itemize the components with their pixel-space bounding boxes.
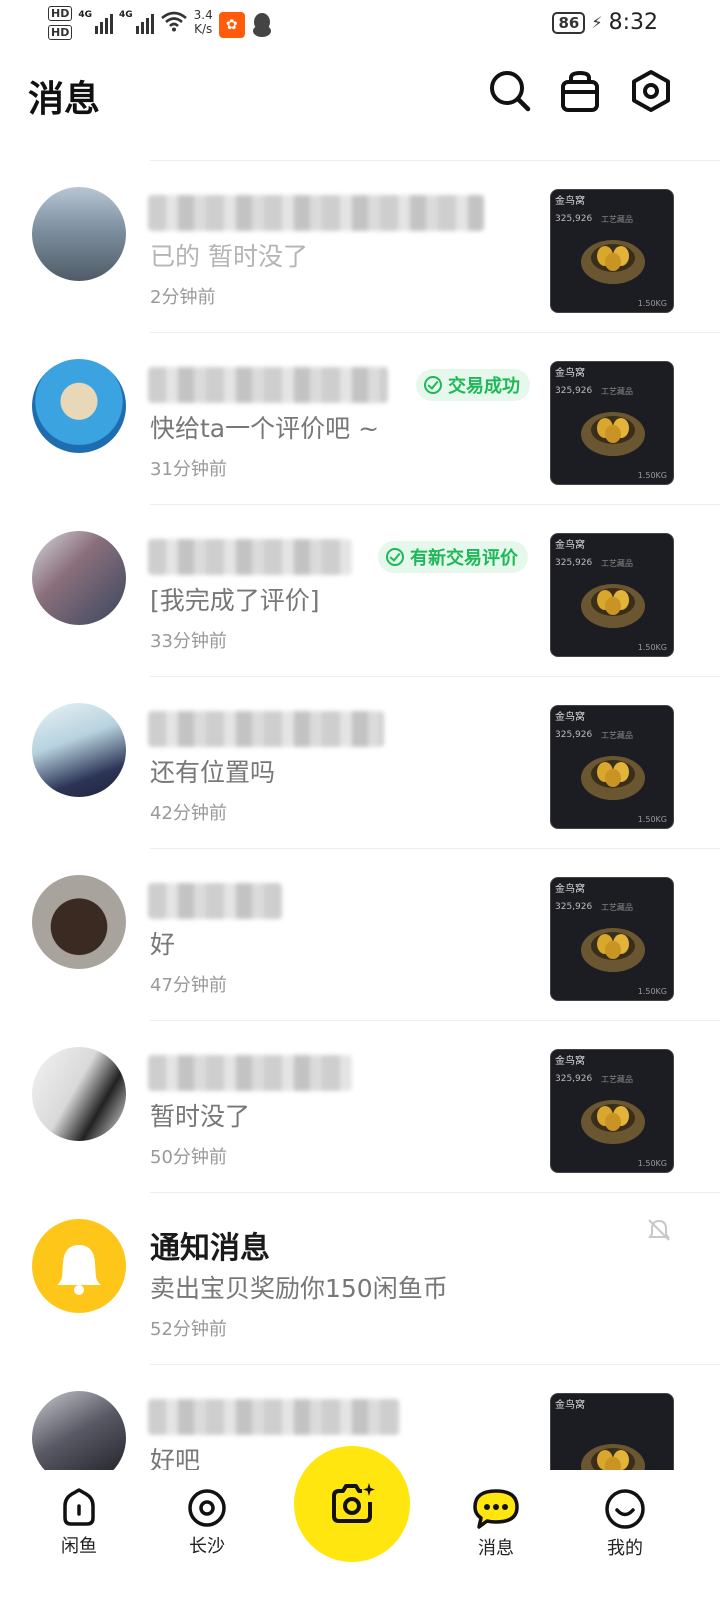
timestamp: 31分钟前 <box>150 459 227 480</box>
conversation-item[interactable]: 交易成功 快给ta一个评价吧 ~ 31分钟前 金鸟窝 325,926 工艺藏品 … <box>32 332 720 504</box>
item-thumbnail[interactable]: 金鸟窝 325,926 工艺藏品 1.50KG <box>550 533 674 657</box>
conversation-item[interactable]: 好 47分钟前 金鸟窝 325,926 工艺藏品 1.50KG <box>32 848 720 1020</box>
nest-image-icon <box>581 756 645 800</box>
nav-local[interactable]: 长沙 <box>162 1488 252 1558</box>
blurred-username <box>148 1399 400 1435</box>
blurred-username <box>148 539 352 575</box>
battery-icon: 86 <box>552 11 586 34</box>
notice-title: 通知消息 <box>150 1231 270 1266</box>
last-message: 暂时没了 <box>150 1102 251 1131</box>
blurred-username <box>148 883 282 919</box>
item-thumbnail[interactable]: 金鸟窝 325,926 工艺藏品 1.50KG <box>550 877 674 1001</box>
wifi-icon <box>160 10 188 37</box>
camera-sparkle-icon <box>332 1483 375 1523</box>
nest-image-icon <box>581 1100 645 1144</box>
status-badge: 有新交易评价 <box>378 541 528 573</box>
avatar[interactable] <box>32 531 126 625</box>
avatar[interactable] <box>32 359 126 453</box>
app-notification-icon: ✿ <box>218 12 245 38</box>
check-circle-icon <box>386 548 404 566</box>
item-thumbnail[interactable]: 金鸟窝 325,926 工艺藏品 1.50KG <box>550 1049 674 1173</box>
blurred-username <box>148 1055 352 1091</box>
message-list: 已的 暂时没了 2分钟前 金鸟窝 325,926 工艺藏品 1.50KG 交易成… <box>0 160 720 1536</box>
item-thumbnail[interactable]: 金鸟窝 325,926 工艺藏品 1.50KG <box>550 361 674 485</box>
hd-badge-2: HD <box>48 25 73 40</box>
bell-icon <box>57 1245 101 1295</box>
penguin-icon <box>252 13 271 37</box>
location-ring-icon <box>188 1489 226 1527</box>
avatar[interactable] <box>32 1047 126 1141</box>
net-speed: 3.4 K/s <box>193 8 213 36</box>
timestamp: 33分钟前 <box>150 631 227 652</box>
chat-bubble-icon <box>473 1489 519 1529</box>
hd-indicators: HD HD <box>48 6 73 40</box>
mute-bell-icon[interactable] <box>646 1217 672 1243</box>
timestamp: 47分钟前 <box>150 975 227 996</box>
conversation-item[interactable]: 暂时没了 50分钟前 金鸟窝 325,926 工艺藏品 1.50KG <box>32 1020 720 1192</box>
nest-image-icon <box>581 584 645 628</box>
item-thumbnail[interactable]: 金鸟窝 325,926 工艺藏品 1.50KG <box>550 705 674 829</box>
avatar[interactable] <box>32 875 126 969</box>
nav-home[interactable]: 闲鱼 <box>34 1488 124 1558</box>
clock: 8:32 <box>608 10 658 35</box>
publish-button[interactable] <box>294 1446 410 1562</box>
check-circle-icon <box>424 376 442 394</box>
conversation-item[interactable]: 已的 暂时没了 2分钟前 金鸟窝 325,926 工艺藏品 1.50KG <box>32 160 720 332</box>
timestamp: 50分钟前 <box>150 1147 227 1168</box>
avatar[interactable] <box>32 703 126 797</box>
nest-image-icon <box>581 240 645 284</box>
last-message: [我完成了评价] <box>150 586 320 615</box>
nav-mine-label: 我的 <box>607 1538 643 1559</box>
conversation-item[interactable]: 还有位置吗 42分钟前 金鸟窝 325,926 工艺藏品 1.50KG <box>32 676 720 848</box>
page-title: 消息 <box>28 79 101 120</box>
search-icon[interactable] <box>487 68 533 114</box>
status-right: 86 ⚡ 8:32 <box>552 10 658 35</box>
nav-messages[interactable]: 消息 <box>451 1488 541 1560</box>
signal-icon-2: 4G <box>119 10 154 34</box>
status-left: HD HD 4G 4G 3.4 K/s ✿ <box>48 6 273 40</box>
signal-icon-1: 4G <box>78 10 113 34</box>
status-badge: 交易成功 <box>416 369 530 401</box>
avatar[interactable] <box>32 1219 126 1313</box>
nav-local-label: 长沙 <box>189 1536 225 1557</box>
nest-image-icon <box>581 412 645 456</box>
timestamp: 2分钟前 <box>150 287 216 308</box>
last-message: 好 <box>150 930 176 959</box>
nav-messages-label: 消息 <box>478 1538 514 1559</box>
settings-hex-icon[interactable] <box>628 68 674 114</box>
last-message: 已的 暂时没了 <box>150 242 308 271</box>
nav-home-label: 闲鱼 <box>61 1536 97 1557</box>
nest-image-icon <box>581 928 645 972</box>
notification-item[interactable]: 通知消息 卖出宝贝奖励你150闲鱼币 52分钟前 <box>32 1192 720 1364</box>
smile-face-icon <box>605 1489 645 1529</box>
avatar[interactable] <box>32 187 126 281</box>
last-message: 还有位置吗 <box>150 758 276 787</box>
shop-bag-icon[interactable] <box>557 68 603 114</box>
header: 消息 <box>0 60 720 130</box>
last-message: 快给ta一个评价吧 ~ <box>150 414 380 443</box>
timestamp: 52分钟前 <box>150 1319 227 1340</box>
home-icon <box>63 1488 95 1526</box>
item-thumbnail[interactable]: 金鸟窝 325,926 工艺藏品 1.50KG <box>550 189 674 313</box>
charging-icon: ⚡ <box>591 13 603 32</box>
hd-badge-1: HD <box>48 6 73 21</box>
bottom-nav: 闲鱼 长沙 消息 我的 <box>0 1446 720 1600</box>
nav-mine[interactable]: 我的 <box>580 1488 670 1560</box>
blurred-username <box>148 195 484 231</box>
conversation-item[interactable]: 有新交易评价 [我完成了评价] 33分钟前 金鸟窝 325,926 工艺藏品 1… <box>32 504 720 676</box>
last-message: 卖出宝贝奖励你150闲鱼币 <box>150 1274 448 1303</box>
blurred-username <box>148 711 384 747</box>
timestamp: 42分钟前 <box>150 803 227 824</box>
status-bar: HD HD 4G 4G 3.4 K/s ✿ 86 ⚡ 8:32 <box>0 0 720 48</box>
blurred-username <box>148 367 388 403</box>
